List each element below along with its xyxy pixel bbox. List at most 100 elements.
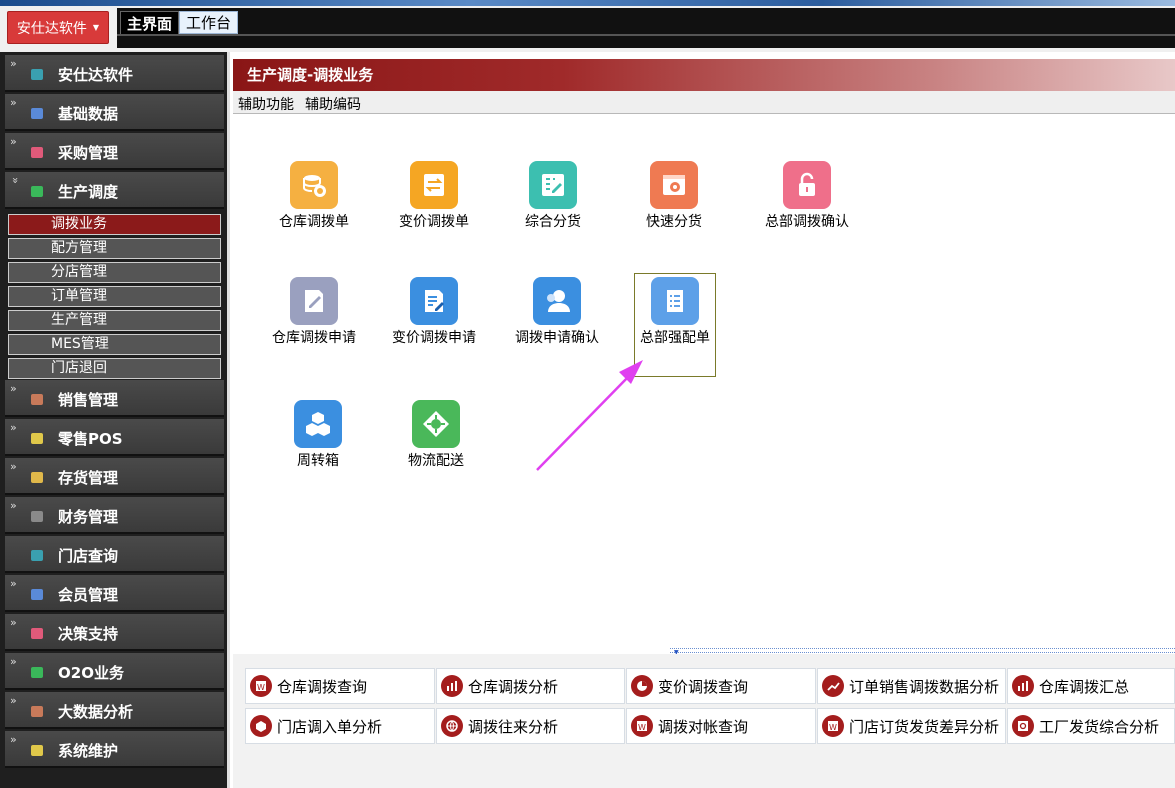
svg-text:W: W	[829, 723, 837, 732]
sidebar: » 安仕达软件 » 基础数据 » 采购管理 » 生产调度 调拨业务 配方管理 分…	[0, 52, 230, 788]
double-chevron-icon: »	[10, 96, 17, 109]
quick-link-store-order-delivery-diff[interactable]: W 门店订货发货差异分析	[817, 708, 1006, 744]
module-icon	[31, 433, 43, 444]
bar-chart-icon	[1012, 675, 1034, 697]
database-icon	[290, 161, 338, 209]
tab-main-interface[interactable]: 主界面	[120, 11, 180, 34]
toolbar-aux-function[interactable]: 辅助功能	[238, 94, 294, 114]
func-comprehensive-distribution[interactable]: 综合分货	[498, 161, 608, 251]
module-icon	[31, 472, 43, 483]
sidebar-item-label: 大数据分析	[58, 703, 134, 721]
sidebar-item-o2o[interactable]: » O2O业务	[5, 653, 224, 690]
func-label: 变价调拨申请	[392, 330, 476, 346]
module-icon	[31, 511, 43, 522]
sidebar-item-store-query[interactable]: 门店查询	[5, 536, 224, 573]
func-label: 快速分货	[646, 214, 702, 230]
quick-link-transfer-exchange-analysis[interactable]: 调拨往来分析	[436, 708, 625, 744]
report-w-icon: W	[822, 715, 844, 737]
func-warehouse-transfer[interactable]: 仓库调拨单	[259, 161, 369, 251]
sidebar-item-decision[interactable]: » 决策支持	[5, 614, 224, 651]
quick-link-label: 工厂发货综合分析	[1039, 717, 1160, 736]
sidebar-item-label: O2O业务	[58, 664, 124, 682]
sidebar-item-production[interactable]: » 生产调度	[5, 172, 224, 209]
quick-link-warehouse-transfer-analysis[interactable]: 仓库调拨分析	[436, 668, 625, 704]
sidebar-item-label: 销售管理	[58, 391, 119, 409]
main-panel: 生产调度-调拨业务 辅助功能 辅助编码 仓库调拨单 变价调拨单 综合分货 快速分…	[233, 52, 1175, 788]
quick-link-label: 调拨对帐查询	[658, 717, 749, 736]
sidebar-item-member[interactable]: » 会员管理	[5, 575, 224, 612]
func-label: 总部调拨确认	[765, 214, 849, 230]
quick-link-factory-shipment-analysis[interactable]: 工厂发货综合分析	[1007, 708, 1175, 744]
sidebar-item-label: 存货管理	[58, 469, 119, 487]
logistics-icon	[412, 400, 460, 448]
tab-bar-divider	[117, 34, 1175, 36]
quick-link-transfer-reconciliation[interactable]: W 调拨对帐查询	[626, 708, 816, 744]
swap-icon	[410, 161, 458, 209]
module-icon	[31, 589, 43, 600]
sidebar-item-label: 采购管理	[58, 144, 119, 162]
module-icon	[31, 69, 43, 80]
sidebar-item-big-data[interactable]: » 大数据分析	[5, 692, 224, 729]
sidebar-item-inventory[interactable]: » 存货管理	[5, 458, 224, 495]
func-logistics-delivery[interactable]: 物流配送	[381, 400, 491, 490]
tab-workbench[interactable]: 工作台	[179, 11, 239, 34]
func-label: 物流配送	[408, 453, 464, 469]
double-chevron-icon: »	[10, 733, 17, 746]
sidebar-item-pos[interactable]: » 零售POS	[5, 419, 224, 456]
edit-grid-icon	[529, 161, 577, 209]
tab-bar: 主界面 工作台	[117, 8, 1175, 48]
quick-link-label: 仓库调拨汇总	[1039, 677, 1130, 696]
sidebar-item-purchase[interactable]: » 采购管理	[5, 133, 224, 170]
quick-link-warehouse-transfer-summary[interactable]: 仓库调拨汇总	[1007, 668, 1175, 704]
func-label: 综合分货	[525, 214, 581, 230]
sidebar-item-basic-data[interactable]: » 基础数据	[5, 94, 224, 131]
quick-link-store-inbound-analysis[interactable]: 门店调入单分析	[245, 708, 435, 744]
bar-chart-icon	[441, 675, 463, 697]
double-chevron-icon: »	[10, 577, 17, 590]
quick-link-label: 门店调入单分析	[277, 717, 383, 736]
sidebar-item-system[interactable]: » 系统维护	[5, 731, 224, 768]
quick-link-warehouse-transfer-query[interactable]: W 仓库调拨查询	[245, 668, 435, 704]
submenu-order[interactable]: 订单管理	[8, 286, 221, 307]
brand-dropdown-button[interactable]: 安仕达软件 ▼	[7, 11, 109, 44]
trend-chart-icon	[822, 675, 844, 697]
gear-window-icon	[650, 161, 698, 209]
submenu-store-return[interactable]: 门店退回	[8, 358, 221, 379]
sidebar-item-sales[interactable]: » 销售管理	[5, 380, 224, 417]
sidebar-item-label: 决策支持	[58, 625, 119, 643]
submenu-mes[interactable]: MES管理	[8, 334, 221, 355]
sidebar-item-finance[interactable]: » 财务管理	[5, 497, 224, 534]
top-bar: 安仕达软件 ▼ 主界面 工作台	[0, 0, 1175, 52]
submenu-branch[interactable]: 分店管理	[8, 262, 221, 283]
submenu-production[interactable]: 生产管理	[8, 310, 221, 331]
double-chevron-icon: »	[10, 57, 17, 70]
double-chevron-icon: »	[10, 460, 17, 473]
annotation-arrow	[536, 360, 643, 471]
toolbar-aux-code[interactable]: 辅助编码	[305, 94, 361, 114]
double-chevron-icon: »	[10, 382, 17, 395]
double-chevron-icon: »	[10, 499, 17, 512]
box-icon	[250, 715, 272, 737]
quick-link-label: 门店订货发货差异分析	[849, 717, 1000, 736]
func-price-transfer[interactable]: 变价调拨单	[379, 161, 489, 251]
func-turnover-box[interactable]: 周转箱	[263, 400, 373, 490]
submenu-transfer-business[interactable]: 调拨业务	[8, 214, 221, 235]
quick-link-price-transfer-query[interactable]: 变价调拨查询	[626, 668, 816, 704]
caret-down-icon: ▼	[92, 23, 100, 32]
func-warehouse-transfer-request[interactable]: 仓库调拨申请	[259, 277, 369, 367]
module-icon	[31, 667, 43, 678]
module-icon	[31, 550, 43, 561]
sidebar-item-anshida[interactable]: » 安仕达软件	[5, 55, 224, 92]
func-price-transfer-request[interactable]: 变价调拨申请	[379, 277, 489, 367]
submenu-formula[interactable]: 配方管理	[8, 238, 221, 259]
func-hq-transfer-confirm[interactable]: 总部调拨确认	[752, 161, 862, 251]
func-quick-distribution[interactable]: 快速分货	[619, 161, 729, 251]
panel-splitter[interactable]	[670, 648, 1175, 653]
quick-links-panel: W 仓库调拨查询 仓库调拨分析 变价调拨查询 订单销售调拨数据分析 仓库调拨汇总…	[233, 654, 1175, 788]
quick-link-order-sales-transfer-analysis[interactable]: 订单销售调拨数据分析	[817, 668, 1006, 704]
func-label: 仓库调拨申请	[272, 330, 356, 346]
module-icon	[31, 628, 43, 639]
quick-link-label: 调拨往来分析	[468, 717, 559, 736]
quick-link-label: 仓库调拨分析	[468, 677, 559, 696]
func-label: 仓库调拨单	[279, 214, 349, 230]
